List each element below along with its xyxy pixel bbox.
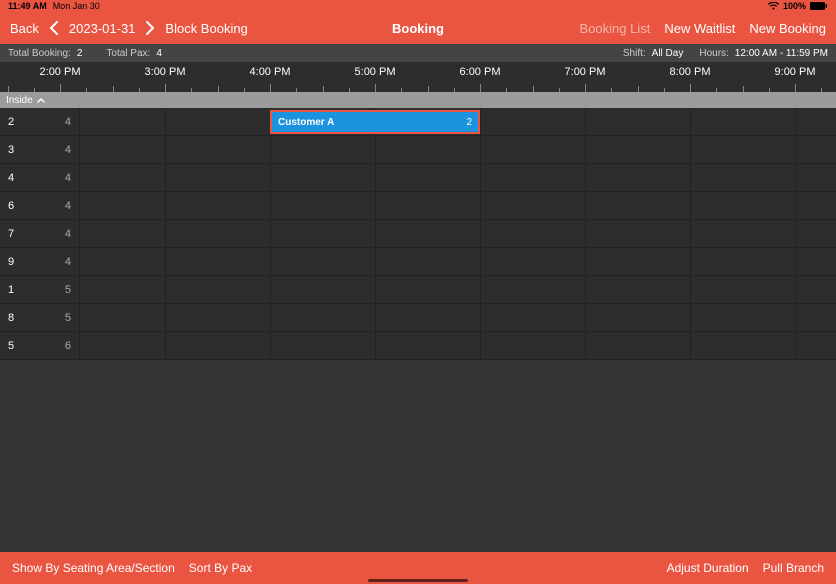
status-date: Mon Jan 30 bbox=[53, 1, 100, 11]
total-booking-value: 2 bbox=[77, 48, 83, 59]
table-number: 4 bbox=[8, 172, 14, 184]
row-header[interactable]: 94 bbox=[0, 248, 80, 275]
table-row[interactable]: 34 bbox=[0, 136, 836, 164]
device-status-bar: 11:49 AM Mon Jan 30 100% bbox=[0, 0, 836, 12]
table-row[interactable]: 74 bbox=[0, 220, 836, 248]
row-header[interactable]: 85 bbox=[0, 304, 80, 331]
table-number: 9 bbox=[8, 256, 14, 268]
time-label: 5:00 PM bbox=[355, 66, 396, 78]
battery-icon bbox=[810, 2, 828, 10]
total-booking-label: Total Booking: bbox=[8, 48, 71, 59]
table-capacity: 6 bbox=[65, 340, 71, 352]
table-capacity: 4 bbox=[65, 200, 71, 212]
table-row[interactable]: 44 bbox=[0, 164, 836, 192]
chevron-up-icon bbox=[37, 95, 45, 106]
table-number: 6 bbox=[8, 200, 14, 212]
new-waitlist-button[interactable]: New Waitlist bbox=[664, 21, 735, 36]
row-cells[interactable] bbox=[80, 192, 836, 219]
row-header[interactable]: 24 bbox=[0, 108, 80, 135]
adjust-duration-button[interactable]: Adjust Duration bbox=[667, 561, 749, 575]
table-number: 5 bbox=[8, 340, 14, 352]
table-capacity: 5 bbox=[65, 284, 71, 296]
footer-bar: Show By Seating Area/Section Sort By Pax… bbox=[0, 552, 836, 584]
chevron-right-icon[interactable] bbox=[145, 21, 155, 35]
shift-value[interactable]: All Day bbox=[652, 48, 684, 59]
status-time: 11:49 AM bbox=[8, 1, 47, 11]
table-row[interactable]: 56 bbox=[0, 332, 836, 360]
time-label: 4:00 PM bbox=[250, 66, 291, 78]
section-name: Inside bbox=[6, 95, 33, 106]
row-header[interactable]: 15 bbox=[0, 276, 80, 303]
time-label: 6:00 PM bbox=[460, 66, 501, 78]
booking-list-button[interactable]: Booking List bbox=[580, 21, 651, 36]
new-booking-button[interactable]: New Booking bbox=[749, 21, 826, 36]
header-date[interactable]: 2023-01-31 bbox=[69, 21, 136, 36]
row-cells[interactable] bbox=[80, 220, 836, 247]
table-number: 1 bbox=[8, 284, 14, 296]
pull-branch-button[interactable]: Pull Branch bbox=[763, 561, 824, 575]
table-row[interactable]: 15 bbox=[0, 276, 836, 304]
row-cells[interactable] bbox=[80, 164, 836, 191]
row-cells[interactable]: Customer A 2 bbox=[80, 108, 836, 135]
total-pax-label: Total Pax: bbox=[106, 48, 150, 59]
back-button[interactable]: Back bbox=[10, 21, 39, 36]
table-row[interactable]: 94 bbox=[0, 248, 836, 276]
table-capacity: 4 bbox=[65, 256, 71, 268]
row-header[interactable]: 74 bbox=[0, 220, 80, 247]
table-row[interactable]: 64 bbox=[0, 192, 836, 220]
row-header[interactable]: 56 bbox=[0, 332, 80, 359]
table-capacity: 4 bbox=[65, 116, 71, 128]
table-row[interactable]: 24Customer A2 bbox=[0, 108, 836, 136]
chevron-left-icon[interactable] bbox=[49, 21, 59, 35]
time-label: 7:00 PM bbox=[565, 66, 606, 78]
table-number: 2 bbox=[8, 116, 14, 128]
time-label: 9:00 PM bbox=[775, 66, 816, 78]
row-header[interactable]: 64 bbox=[0, 192, 80, 219]
row-cells[interactable] bbox=[80, 332, 836, 359]
hours-label: Hours: bbox=[699, 48, 728, 59]
booking-pax: 2 bbox=[466, 117, 472, 128]
time-label: 3:00 PM bbox=[145, 66, 186, 78]
timeline-header[interactable]: 2:00 PM 3:00 PM 4:00 PM 5:00 PM 6:00 PM 7:00 … bbox=[0, 62, 836, 92]
row-cells[interactable] bbox=[80, 136, 836, 163]
info-bar: Total Booking: 2 Total Pax: 4 Shift: All… bbox=[0, 44, 836, 62]
row-header[interactable]: 44 bbox=[0, 164, 80, 191]
total-pax-value: 4 bbox=[156, 48, 162, 59]
show-by-button[interactable]: Show By Seating Area/Section bbox=[12, 561, 175, 575]
table-capacity: 4 bbox=[65, 228, 71, 240]
row-cells[interactable] bbox=[80, 304, 836, 331]
hours-value[interactable]: 12:00 AM - 11:59 PM bbox=[735, 48, 828, 59]
table-row[interactable]: 85 bbox=[0, 304, 836, 332]
wifi-icon bbox=[768, 2, 779, 10]
time-label: 8:00 PM bbox=[670, 66, 711, 78]
table-capacity: 4 bbox=[65, 144, 71, 156]
booking-block[interactable]: Customer A 2 bbox=[270, 110, 480, 134]
shift-label: Shift: bbox=[623, 48, 646, 59]
empty-area bbox=[0, 360, 836, 552]
table-number: 8 bbox=[8, 312, 14, 324]
section-header[interactable]: Inside bbox=[0, 92, 836, 108]
table-capacity: 4 bbox=[65, 172, 71, 184]
row-cells[interactable] bbox=[80, 248, 836, 275]
table-capacity: 5 bbox=[65, 312, 71, 324]
home-indicator bbox=[368, 579, 468, 582]
app-header: Back 2023-01-31 Block Booking Booking Bo… bbox=[0, 12, 836, 44]
time-label: 2:00 PM bbox=[40, 66, 81, 78]
table-number: 3 bbox=[8, 144, 14, 156]
row-header[interactable]: 34 bbox=[0, 136, 80, 163]
row-cells[interactable] bbox=[80, 276, 836, 303]
sort-by-button[interactable]: Sort By Pax bbox=[189, 561, 252, 575]
block-booking-button[interactable]: Block Booking bbox=[165, 21, 247, 36]
booking-name: Customer A bbox=[278, 117, 334, 128]
booking-grid[interactable]: 24Customer A23444647494158556 bbox=[0, 108, 836, 552]
table-number: 7 bbox=[8, 228, 14, 240]
battery-percent: 100% bbox=[783, 1, 806, 11]
